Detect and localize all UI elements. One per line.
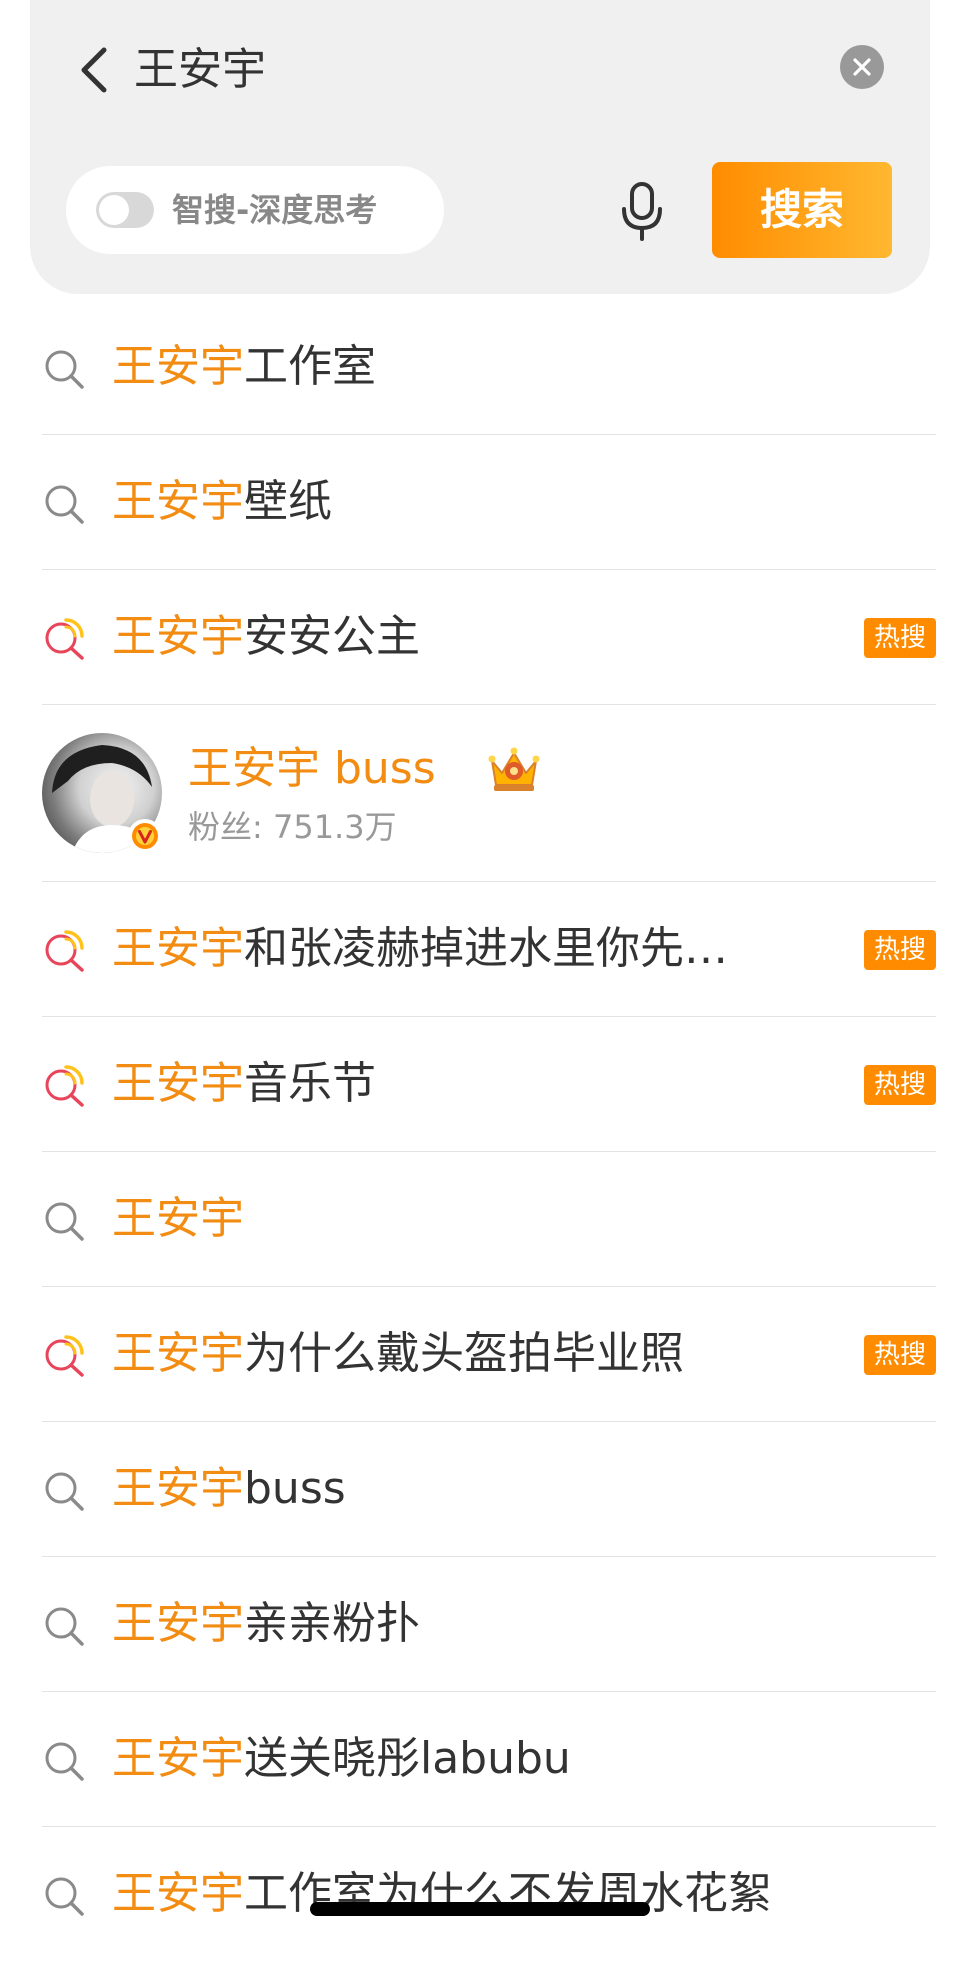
suggestion-rest: 工作室	[244, 341, 376, 392]
search-header: 王安宇 智搜-深度思考 搜索	[30, 0, 930, 294]
search-icon	[45, 1607, 84, 1646]
suggestion-item[interactable]: 王安宇工作室为什么不发周水花絮	[42, 1827, 936, 1961]
search-icon	[45, 1742, 84, 1781]
search-input[interactable]: 王安宇	[134, 38, 266, 102]
suggestion-text: 王安宇亲亲粉扑	[112, 1557, 420, 1691]
suggestion-rest: 安安公主	[244, 611, 420, 662]
chevron-left-icon	[81, 47, 107, 93]
search-icon	[45, 1472, 84, 1511]
suggestion-text: 王安宇为什么戴头盔拍毕业照	[112, 1287, 684, 1421]
suggestion-item[interactable]: 王安宇音乐节 热搜	[42, 1017, 936, 1152]
suggestion-rest: 为什么戴头盔拍毕业照	[244, 1328, 684, 1379]
search-icon	[45, 350, 84, 389]
hot-badge: 热搜	[864, 1335, 936, 1375]
suggestion-highlight: 王安宇	[112, 1463, 244, 1514]
suggestion-text: 王安宇送关晓彤labubu	[112, 1692, 571, 1826]
search-button[interactable]: 搜索	[712, 162, 892, 258]
suggestion-highlight: 王安宇	[112, 1328, 244, 1379]
suggestion-item[interactable]: 王安宇送关晓彤labubu	[42, 1692, 936, 1827]
suggestion-rest: 送关晓彤labubu	[244, 1733, 571, 1784]
search-icon	[45, 1877, 84, 1916]
suggestion-highlight: 王安宇	[112, 1598, 244, 1649]
suggestion-item[interactable]: 王安宇和张凌赫掉进水里你先… 热搜	[42, 882, 936, 1017]
smart-search-label: 智搜-深度思考	[172, 191, 378, 229]
user-suggestion[interactable]: 王安宇 buss 粉丝: 751.3万	[42, 705, 936, 882]
verified-badge	[128, 819, 162, 853]
suggestion-highlight: 王安宇	[112, 476, 244, 527]
suggestion-rest: 音乐节	[244, 1058, 376, 1109]
suggestion-text: 王安宇安安公主	[112, 570, 420, 704]
suggestion-rest: 壁纸	[244, 476, 332, 527]
suggestion-list: 王安宇工作室 王安宇壁纸 王安宇安安公主 热搜 王安宇 buss 粉丝: 751…	[0, 300, 960, 1961]
hot-search-icon	[45, 1065, 84, 1107]
suggestion-text: 王安宇壁纸	[112, 435, 332, 569]
suggestion-rest: buss	[244, 1463, 346, 1514]
suggestion-text: 王安宇buss	[112, 1422, 346, 1556]
suggestion-rest: 和张凌赫掉进水里你先…	[244, 923, 728, 974]
suggestion-highlight: 王安宇	[112, 1193, 244, 1244]
suggestion-item[interactable]: 王安宇	[42, 1152, 936, 1287]
suggestion-highlight: 王安宇	[112, 1868, 244, 1919]
suggestion-text: 王安宇	[112, 1152, 244, 1286]
smart-search-toggle[interactable]: 智搜-深度思考	[66, 166, 444, 254]
clear-search-button[interactable]	[840, 45, 884, 89]
suggestion-highlight: 王安宇	[112, 1733, 244, 1784]
home-indicator[interactable]	[310, 1902, 650, 1916]
hot-badge: 热搜	[864, 930, 936, 970]
hot-search-icon	[45, 1335, 84, 1377]
voice-search-button[interactable]	[606, 176, 678, 248]
hot-search-icon	[45, 930, 84, 972]
fans-value: 751.3万	[272, 808, 397, 846]
suggestion-item[interactable]: 王安宇亲亲粉扑	[42, 1557, 936, 1692]
suggestion-highlight: 王安宇	[112, 611, 244, 662]
back-button[interactable]	[68, 40, 120, 100]
suggestion-rest: 亲亲粉扑	[244, 1598, 420, 1649]
microphone-icon	[622, 182, 662, 241]
hot-search-icon	[45, 618, 84, 660]
toggle-knob	[99, 195, 129, 225]
crown-icon	[488, 747, 540, 791]
search-icon	[45, 485, 84, 524]
suggestion-text: 王安宇工作室	[112, 300, 376, 434]
suggestion-text: 王安宇工作室为什么不发周水花絮	[112, 1827, 772, 1961]
fans-label: 粉丝:	[188, 808, 263, 846]
suggestion-item[interactable]: 王安宇壁纸	[42, 435, 936, 570]
suggestion-text: 王安宇音乐节	[112, 1017, 376, 1151]
suggestion-highlight: 王安宇	[112, 341, 244, 392]
fans-count: 粉丝: 751.3万	[188, 805, 397, 849]
suggestion-text: 王安宇和张凌赫掉进水里你先…	[112, 882, 728, 1016]
hot-badge: 热搜	[864, 618, 936, 658]
suggestion-highlight: 王安宇	[112, 923, 244, 974]
suggestion-item[interactable]: 王安宇工作室	[42, 300, 936, 435]
hot-badge: 热搜	[864, 1065, 936, 1105]
search-icon	[45, 1202, 84, 1241]
toggle-switch[interactable]	[96, 192, 154, 228]
suggestion-highlight: 王安宇	[112, 1058, 244, 1109]
verified-v-icon	[132, 823, 158, 849]
suggestion-item[interactable]: 王安宇buss	[42, 1422, 936, 1557]
suggestion-item[interactable]: 王安宇安安公主 热搜	[42, 570, 936, 705]
close-icon	[853, 58, 871, 76]
suggestion-item[interactable]: 王安宇为什么戴头盔拍毕业照 热搜	[42, 1287, 936, 1422]
user-name: 王安宇 buss	[188, 743, 436, 794]
